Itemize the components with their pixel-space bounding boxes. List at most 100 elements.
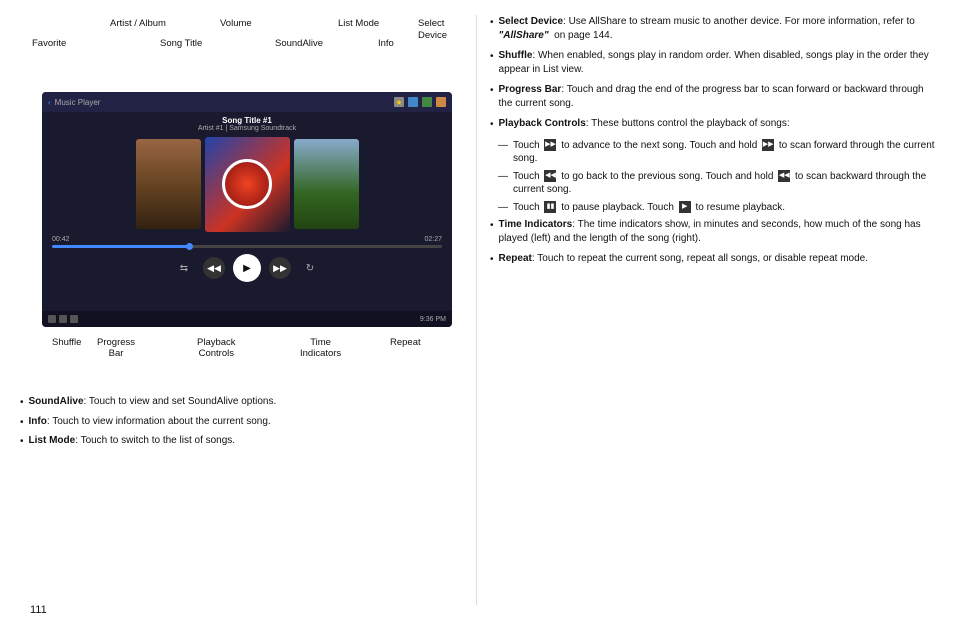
bullet-list-mode: • List Mode: Touch to switch to the list… [20,434,480,449]
time-remaining: 02:27 [424,236,442,243]
list-mode-icon[interactable] [422,97,432,107]
ff-icon: ▶▶ [544,139,556,151]
back-icon: ‹ [48,98,51,107]
rb-text-6: Repeat: Touch to repeat the current song… [499,252,869,267]
label-favorite: Favorite [32,38,66,49]
label-select: Select [418,18,444,29]
song-subtitle: Artist #1 | Samsung Soundtrack [42,125,452,132]
person-art [136,139,201,229]
label-shuffle: Shuffle [52,337,81,348]
label-volume: Volume [220,18,252,29]
ff-icon-2: ▶▶ [762,139,774,151]
topbar-icons: ★ [394,97,446,107]
right-bullet-shuffle: • Shuffle: When enabled, songs play in r… [490,49,940,76]
label-info: Info [378,38,394,49]
label-song-title: Song Title [160,38,202,49]
album-thumb-1 [136,139,201,229]
pause-icon: ▮▮ [544,201,556,213]
progress-times: 00:42 02:27 [52,236,442,243]
label-list-mode: List Mode [338,18,379,29]
page-number: 111 [30,604,47,616]
right-bullet-progress: • Progress Bar: Touch and drag the end o… [490,83,940,110]
album-thumb-3 [294,139,359,229]
rb-dot-3: • [490,84,494,110]
right-bullet-select-device: • Select Device: Use AllShare to stream … [490,15,940,42]
play-button[interactable]: ▶ [233,254,261,282]
info-icon[interactable] [408,97,418,107]
song-title: Song Title #1 [42,116,452,125]
player-topbar: ‹ Music Player ★ [42,92,452,112]
bullet-text-1: SoundAlive: Touch to view and set SoundA… [29,395,277,410]
song-info: Song Title #1 Artist #1 | Samsung Soundt… [42,112,452,134]
progress-section: 00:42 02:27 [42,234,452,250]
prev-button[interactable]: ◀◀ [203,257,225,279]
left-bullets: • SoundAlive: Touch to view and set Soun… [20,395,480,449]
bullet-soundalive: • SoundAlive: Touch to view and set Soun… [20,395,480,410]
sub-text-1: Touch ▶▶ to advance to the next song. To… [513,139,940,166]
top-annotations: Favorite Artist / Album Song Title Volum… [20,10,480,90]
right-panel: • Select Device: Use AllShare to stream … [490,15,940,274]
rw-icon-2: ◀◀ [778,170,790,182]
player-mockup: ‹ Music Player ★ Song Title #1 Artist #1… [42,92,452,327]
bullet-text-2: Info: Touch to view information about th… [29,415,271,430]
bullet-dot-3: • [20,435,24,449]
progress-handle [186,243,193,250]
rb-text-2: Shuffle: When enabled, songs play in ran… [499,49,940,76]
drum-circle [222,159,272,209]
sub-bullet-pause: — Touch ▮▮ to pause playback. Touch ▶ to… [498,201,940,215]
next-button[interactable]: ▶▶ [269,257,291,279]
right-bullet-time: • Time Indicators: The time indicators s… [490,218,940,245]
label-time-indicators: TimeIndicators [300,337,341,359]
player-statusbar: 9:36 PM [42,311,452,327]
player-title: Music Player [55,98,101,107]
album-thumb-main [205,137,290,232]
label-artist-album: Artist / Album [110,18,166,29]
share-icon[interactable] [436,97,446,107]
playback-controls: ⇆ ◀◀ ▶ ▶▶ ↻ [42,250,452,286]
sub-dash-2: — [498,170,508,197]
shuffle-button[interactable]: ⇆ [173,257,195,279]
favorite-icon[interactable]: ★ [394,97,404,107]
bullet-text-3: List Mode: Touch to switch to the list o… [29,434,236,449]
drum-art [205,137,290,232]
sub-dash-3: — [498,201,508,215]
sub-text-3: Touch ▮▮ to pause playback. Touch ▶ to r… [513,201,785,215]
label-device: Device [418,30,447,41]
label-playback-controls: PlaybackControls [197,337,236,359]
play-icon: ▶ [679,201,691,213]
bullet-info: • Info: Touch to view information about … [20,415,480,430]
divider [476,15,477,605]
topbar-left: ‹ Music Player [48,98,100,107]
progress-bar[interactable] [52,245,442,248]
label-progress-bar: ProgressBar [97,337,135,359]
rb-dot-5: • [490,219,494,245]
rb-text-5: Time Indicators: The time indicators sho… [499,218,940,245]
menu-status-icon [70,315,78,323]
rb-dot-4: • [490,118,494,132]
left-panel: Favorite Artist / Album Song Title Volum… [20,10,480,454]
status-time: 9:36 PM [420,316,446,323]
sub-text-2: Touch ◀◀ to go back to the previous song… [513,170,940,197]
home-status-icon [59,315,67,323]
forest-art [294,139,359,229]
rb-dot-6: • [490,253,494,267]
rb-text-4: Playback Controls: These buttons control… [499,117,790,132]
progress-bar-fill [52,245,189,248]
label-repeat: Repeat [390,337,421,348]
repeat-button[interactable]: ↻ [299,257,321,279]
sub-bullet-next: — Touch ▶▶ to advance to the next song. … [498,139,940,166]
right-bullet-repeat: • Repeat: Touch to repeat the current so… [490,252,940,267]
label-sound-alive: SoundAlive [275,38,323,49]
back-status-icon [48,315,56,323]
bullet-dot-1: • [20,396,24,410]
rb-dot-2: • [490,50,494,76]
rb-text-1: Select Device: Use AllShare to stream mu… [499,15,940,42]
rb-text-3: Progress Bar: Touch and drag the end of … [499,83,940,110]
bottom-annotations: Shuffle ProgressBar PlaybackControls Tim… [42,327,452,387]
status-icons [48,315,78,323]
bullet-dot-2: • [20,416,24,430]
sub-dash-1: — [498,139,508,166]
right-bullet-playback: • Playback Controls: These buttons contr… [490,117,940,132]
rw-icon: ◀◀ [544,170,556,182]
sub-bullet-prev: — Touch ◀◀ to go back to the previous so… [498,170,940,197]
